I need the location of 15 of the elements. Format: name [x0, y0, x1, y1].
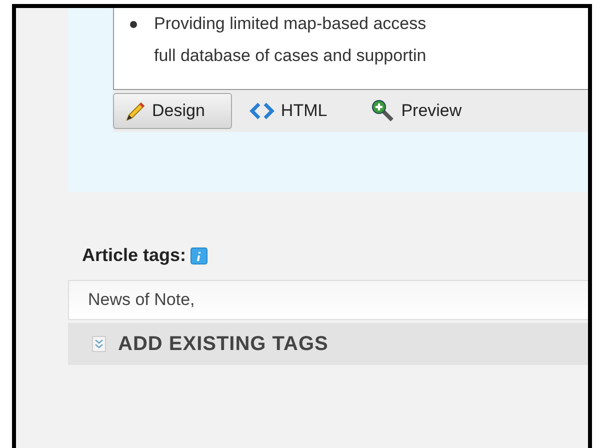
bullet-text: Providing limited map-based access — [114, 8, 588, 40]
tags-field[interactable]: News of Note, — [68, 280, 588, 320]
add-existing-tags-button[interactable]: ADD EXISTING TAGS — [68, 323, 588, 365]
magnifier-icon — [371, 99, 396, 123]
mode-tab[interactable]: Preview — [360, 93, 489, 129]
pencil-icon — [124, 100, 146, 122]
code-icon — [248, 102, 275, 120]
mode-tab[interactable]: Design — [113, 93, 232, 129]
double-chevron-icon — [92, 336, 106, 352]
text-editor[interactable]: Providing limited map-based access full database of cases and supportin — [113, 8, 588, 90]
bullet-icon — [130, 21, 137, 28]
info-icon[interactable] — [190, 246, 208, 264]
section-label: Article tags: — [82, 245, 186, 266]
bullet-text: full database of cases and supportin — [153, 45, 428, 67]
mode-tab[interactable]: HTML — [238, 93, 354, 129]
